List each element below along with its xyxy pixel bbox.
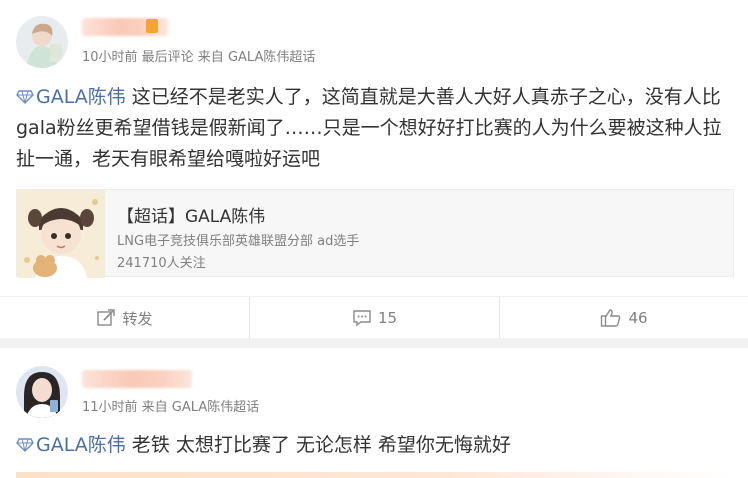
avatar[interactable] — [16, 366, 68, 418]
topic-title: 【超话】GALA陈伟 — [117, 207, 266, 227]
topic-link-label: GALA陈伟 — [36, 434, 126, 456]
post-card: 11小时前 来自 GALA陈伟超话 GALA陈伟 老铁 太想打比赛了 无论怎样 … — [0, 348, 748, 478]
comment-count: 15 — [377, 309, 398, 327]
post-body: GALA陈伟 老铁 太想打比赛了 无论怎样 希望你无悔就好 — [16, 430, 732, 461]
super-topic-card[interactable]: 【超话】GALA陈伟 LNG电子竞技俱乐部英雄联盟分部 ad选手 241710人… — [16, 189, 734, 278]
repost-button[interactable]: 转发 — [0, 297, 249, 339]
topic-link[interactable]: GALA陈伟 — [16, 434, 126, 456]
comment-button[interactable]: 15 — [249, 297, 499, 339]
post-meta: 11小时前 来自 GALA陈伟超话 — [82, 400, 260, 415]
thumbs-up-icon — [601, 309, 621, 327]
image-preview-edge — [16, 472, 732, 478]
comment-icon — [353, 310, 371, 327]
avatar[interactable] — [16, 16, 68, 68]
repost-label: 转发 — [122, 309, 153, 328]
action-bar: 转发 15 46 — [0, 296, 748, 339]
topic-followers: 241710人关注 — [117, 256, 206, 271]
post-meta: 10小时前 最后评论 来自 GALA陈伟超话 — [82, 50, 316, 65]
member-badge — [146, 19, 158, 33]
diamond-icon — [16, 438, 34, 452]
edit-repost-icon — [97, 309, 116, 326]
post-text: 老铁 太想打比赛了 无论怎样 希望你无悔就好 — [125, 434, 511, 456]
diamond-icon — [16, 90, 34, 104]
post-body: GALA陈伟 这已经不是老实人了，这简直就是大善人大好人真赤子之心，没有人比ga… — [16, 82, 732, 175]
post-card: 10小时前 最后评论 来自 GALA陈伟超话 GALA陈伟 这已经不是老实人了，… — [0, 0, 748, 339]
topic-description: LNG电子竞技俱乐部英雄联盟分部 ad选手 — [117, 234, 360, 249]
like-count: 46 — [628, 309, 648, 327]
topic-link-label: GALA陈伟 — [36, 86, 126, 108]
topic-thumbnail — [17, 190, 105, 278]
like-button[interactable]: 46 — [499, 297, 748, 339]
username-redacted[interactable] — [82, 370, 192, 388]
topic-link[interactable]: GALA陈伟 — [16, 86, 126, 108]
